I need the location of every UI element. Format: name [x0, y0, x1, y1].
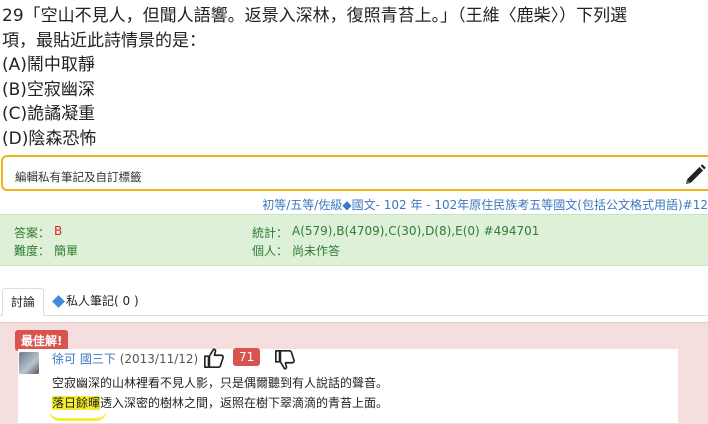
difficulty-value: 簡單: [54, 244, 79, 258]
answer-line-1: 空寂幽深的山林裡看不見人影，只是偶爾聽到有人說話的聲音。: [52, 376, 389, 390]
tab-bar: 討論 私人筆記( 0 ): [0, 288, 708, 316]
post-date: (2013/11/12): [119, 352, 199, 366]
author-info: 徐可 國三下 (2013/11/12): [52, 350, 198, 367]
like-count: 71: [233, 348, 261, 366]
question-text: 29「空山不見人，但聞人語響。返景入深林，復照青苔上。」（王維〈鹿柴〉）下列選 …: [2, 4, 707, 151]
avatar[interactable]: [19, 352, 39, 374]
answer-label: 答案：: [14, 226, 51, 240]
option-a: (A)鬧中取靜: [2, 55, 95, 75]
tally-value: A(579),B(4709),C(30),D(8),E(0) #494701: [292, 224, 540, 238]
option-d: (D)陰森恐怖: [2, 128, 97, 149]
thumbs-down-icon[interactable]: [274, 349, 296, 371]
answer-value: B: [54, 224, 63, 238]
exam-source-link[interactable]: 初等/五等/佐級◆國文- 102 年 - 102年原住民族考五等國文(包括公文格…: [0, 196, 708, 213]
tab-discussion[interactable]: 討論: [2, 288, 45, 316]
note-placeholder: 編輯私有筆記及自訂標籤: [15, 170, 142, 184]
difficulty-label: 難度：: [14, 244, 51, 258]
personal-label: 個人：: [252, 244, 289, 258]
best-answer-badge: 最佳解!: [15, 330, 69, 351]
personal-value: 尚未作答: [292, 244, 341, 258]
option-c: (C)詭譎凝重: [2, 104, 96, 124]
answer-stats-panel: 答案： B 難度： 簡單 統計： A(579),B(4709),C(30),D(…: [0, 214, 708, 266]
answer-line-2: 落日餘暉透入深密的樹林之間，返照在樹下翠滴滴的青苔上面。: [52, 396, 389, 410]
tally-label: 統計：: [252, 226, 289, 240]
author-grade: 國三下: [79, 352, 116, 366]
highlighted-text: 落日餘暉: [52, 396, 101, 410]
author-name[interactable]: 徐可: [52, 352, 76, 366]
question-line-1: 29「空山不見人，但聞人語響。返景入深林，復照青苔上。」（王維〈鹿柴〉）下列選: [2, 6, 628, 26]
thumbs-up-icon[interactable]: [203, 347, 225, 369]
highlight-underline: [49, 410, 107, 421]
gem-icon: [52, 295, 65, 308]
pencil-icon[interactable]: [683, 163, 707, 187]
tab-private-notes[interactable]: 私人筆記( 0 ): [46, 288, 147, 314]
private-note-field[interactable]: 編輯私有筆記及自訂標籤: [1, 155, 708, 191]
question-line-2: 項，最貼近此詩情景的是：: [2, 30, 206, 51]
option-b: (B)空寂幽深: [2, 79, 95, 100]
